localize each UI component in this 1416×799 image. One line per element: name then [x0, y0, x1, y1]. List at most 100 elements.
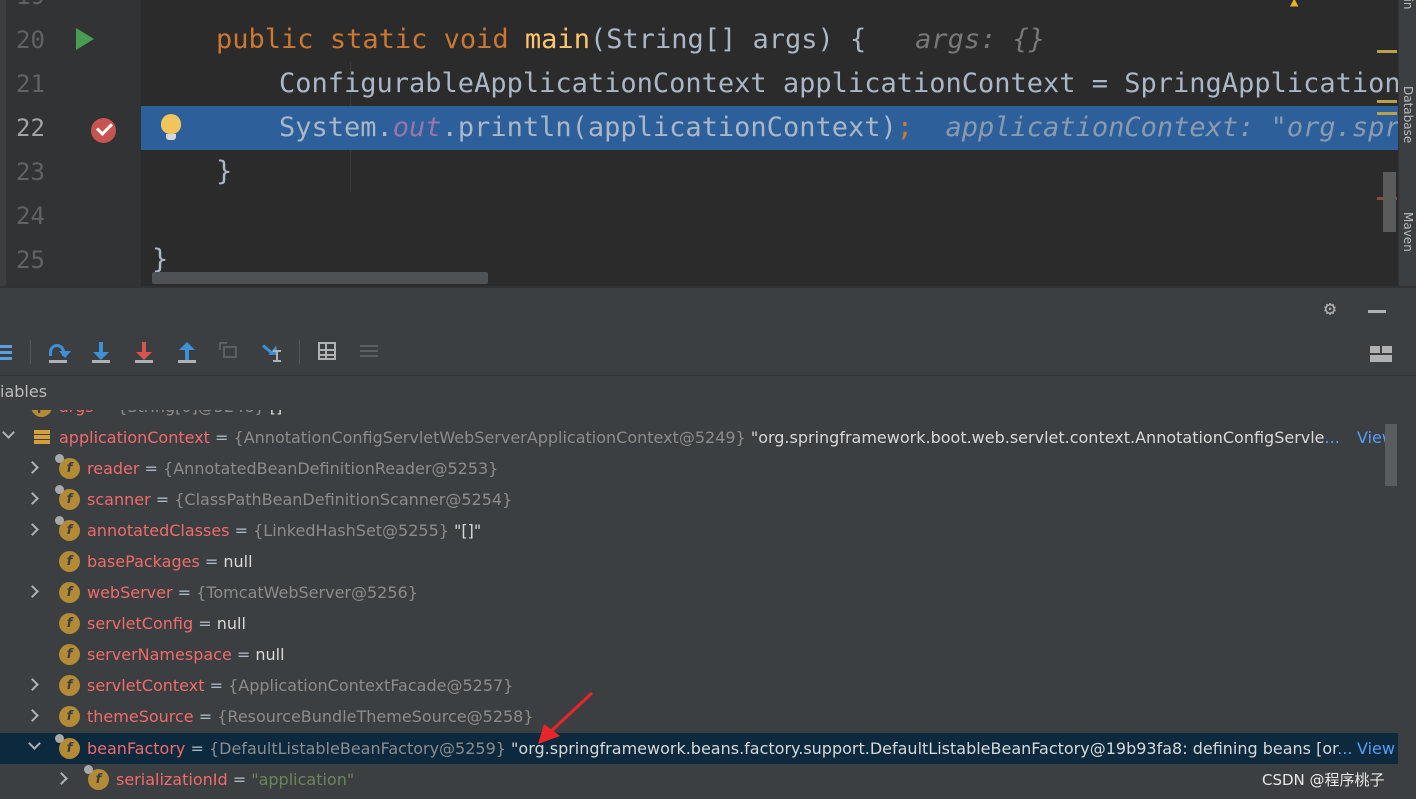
variable-type: {DefaultListableBeanFactory@5259} — [208, 739, 506, 758]
editor-vertical-scrollbar[interactable] — [1383, 172, 1396, 232]
field-icon: f — [59, 675, 80, 696]
variable-name: themeSource — [87, 707, 194, 726]
variable-row-themesource[interactable]: f themeSource = {ResourceBundleThemeSour… — [0, 701, 1398, 732]
run-icon[interactable] — [76, 28, 94, 50]
field-icon: f — [59, 551, 80, 572]
variable-text: servletConfig = null — [87, 608, 246, 639]
step-over-icon[interactable] — [47, 340, 71, 364]
field-icon: f — [55, 454, 80, 479]
error-stripe-marker[interactable] — [1377, 100, 1397, 103]
editor-gutter[interactable]: 19 20 21 22 23 24 25 — [0, 0, 141, 286]
variable-row-reader[interactable]: f reader = {AnnotatedBeanDefinitionReade… — [0, 453, 1398, 484]
tool-tab-database[interactable]: Database — [1401, 86, 1415, 143]
right-tool-strip: ssin Database Maven — [1398, 0, 1416, 290]
code-area[interactable]: public static void main(String[] args) {… — [141, 0, 1398, 286]
variable-value: "org.springframework.boot.web.servlet.co… — [750, 428, 1325, 447]
variable-row-args[interactable]: p args = {String[0]@5248} [] — [0, 410, 1398, 422]
line-number: 21 — [16, 70, 45, 98]
force-step-into-icon[interactable] — [133, 340, 155, 364]
variable-name: serverNamespace — [87, 645, 232, 664]
field-icon: f — [55, 516, 80, 541]
warning-icon[interactable]: ▲ — [1290, 0, 1298, 10]
execution-point-line: System.out.println(applicationContext); … — [141, 106, 1398, 150]
watermark: CSDN @程序桃子 — [1262, 771, 1385, 789]
variables-tree[interactable]: p args = {String[0]@5248} [] application… — [0, 410, 1398, 799]
line-number: 23 — [16, 158, 45, 186]
variable-type: {ResourceBundleThemeSource@5258} — [217, 707, 534, 726]
variable-text: themeSource = {ResourceBundleThemeSource… — [87, 701, 534, 732]
variable-value: null — [255, 645, 285, 664]
variable-row-servletcontext[interactable]: f servletContext = {ApplicationContextFa… — [0, 670, 1398, 701]
variable-row-webserver[interactable]: f webServer = {TomcatWebServer@5256} — [0, 577, 1398, 608]
code-line-23: } — [216, 150, 1398, 194]
error-stripe-marker[interactable] — [1377, 50, 1397, 53]
variable-row-annotatedclasses[interactable]: f annotatedClasses = {LinkedHashSet@5255… — [0, 515, 1398, 546]
variable-text: applicationContext = {AnnotationConfigSe… — [59, 422, 1340, 453]
variable-row-serializationid[interactable]: f serializationId = "application" — [0, 764, 1398, 795]
field-icon: f — [59, 644, 80, 665]
variable-type: {TomcatWebServer@5256} — [196, 583, 418, 602]
view-link[interactable]: View — [1357, 733, 1395, 764]
variable-value: "org.springframework.beans.factory.suppo… — [511, 739, 1338, 758]
layout-settings-icon[interactable] — [1370, 346, 1392, 362]
gear-icon[interactable]: ⚙ — [1324, 298, 1344, 318]
step-into-icon[interactable] — [90, 340, 112, 364]
value-ellipsis: ... — [1324, 428, 1340, 447]
chevron-down-icon[interactable] — [2, 426, 15, 439]
chevron-right-icon[interactable] — [26, 585, 39, 598]
equals-sign: = — [236, 645, 251, 664]
toolbar-separator — [30, 340, 31, 364]
equals-sign: = — [232, 770, 247, 789]
value-ellipsis: ... — [1337, 739, 1353, 758]
run-to-cursor-icon[interactable] — [261, 340, 283, 364]
code-line-20: public static void main(String[] args) {… — [216, 18, 1398, 62]
chevron-right-icon[interactable] — [26, 461, 39, 474]
code-text: ConfigurableApplicationContext applicati… — [279, 68, 1398, 99]
error-stripe-marker[interactable] — [1377, 112, 1397, 115]
chevron-right-icon[interactable] — [26, 678, 39, 691]
step-out-icon[interactable] — [176, 340, 198, 364]
debug-toolbar — [0, 330, 1416, 376]
editor-horizontal-scrollbar[interactable] — [152, 272, 488, 284]
variables-scrollbar[interactable] — [1385, 424, 1397, 486]
variable-text: webServer = {TomcatWebServer@5256} — [87, 577, 418, 608]
equals-sign: = — [204, 552, 219, 571]
variable-name: args — [59, 410, 94, 416]
variable-name: reader — [87, 459, 140, 478]
equals-sign: = — [99, 410, 112, 416]
variable-row-servletconfig[interactable]: f servletConfig = null — [0, 608, 1398, 639]
keyword: public — [216, 24, 314, 55]
variable-text: scanner = {ClassPathBeanDefinitionScanne… — [87, 484, 512, 515]
variable-row-basepackages[interactable]: f basePackages = null — [0, 546, 1398, 577]
line-number: 24 — [16, 202, 45, 230]
chevron-down-icon[interactable] — [28, 737, 41, 750]
chevron-right-icon[interactable] — [26, 709, 39, 722]
tool-tab-maven[interactable]: Maven — [1401, 212, 1415, 252]
code-editor[interactable]: 19 20 21 22 23 24 25 public static void … — [0, 0, 1398, 286]
field-icon: f — [55, 485, 80, 510]
tool-tab-ssin[interactable]: ssin — [1401, 0, 1415, 9]
variable-row-scanner[interactable]: f scanner = {ClassPathBeanDefinitionScan… — [0, 484, 1398, 515]
equals-sign: = — [144, 459, 158, 478]
chevron-right-icon[interactable] — [26, 492, 39, 505]
drop-frame-icon[interactable] — [219, 340, 241, 364]
variable-row-servernamespace[interactable]: f serverNamespace = null — [0, 639, 1398, 670]
gutter-line-20: 20 — [0, 18, 141, 62]
variable-name: scanner — [87, 490, 151, 509]
variable-row-beanfactory[interactable]: f beanFactory = {DefaultListableBeanFact… — [0, 733, 1398, 764]
chevron-right-icon[interactable] — [55, 772, 68, 785]
trace-stream-icon[interactable] — [358, 340, 380, 364]
variable-row-applicationcontext[interactable]: applicationContext = {AnnotationConfigSe… — [0, 422, 1398, 453]
chevron-right-icon[interactable] — [26, 523, 39, 536]
variables-title: iables — [0, 382, 48, 401]
variable-name: servletContext — [87, 676, 205, 695]
semicolon: ; — [896, 112, 913, 143]
variable-text: basePackages = null — [87, 546, 253, 577]
breakpoint-icon[interactable] — [91, 118, 116, 143]
evaluate-expression-icon[interactable] — [316, 340, 338, 364]
minimize-icon[interactable] — [1368, 310, 1386, 313]
equals-sign: = — [198, 707, 213, 726]
frames-menu-icon[interactable] — [0, 340, 16, 364]
lightbulb-icon[interactable] — [161, 114, 181, 140]
equals-sign: = — [234, 521, 248, 540]
